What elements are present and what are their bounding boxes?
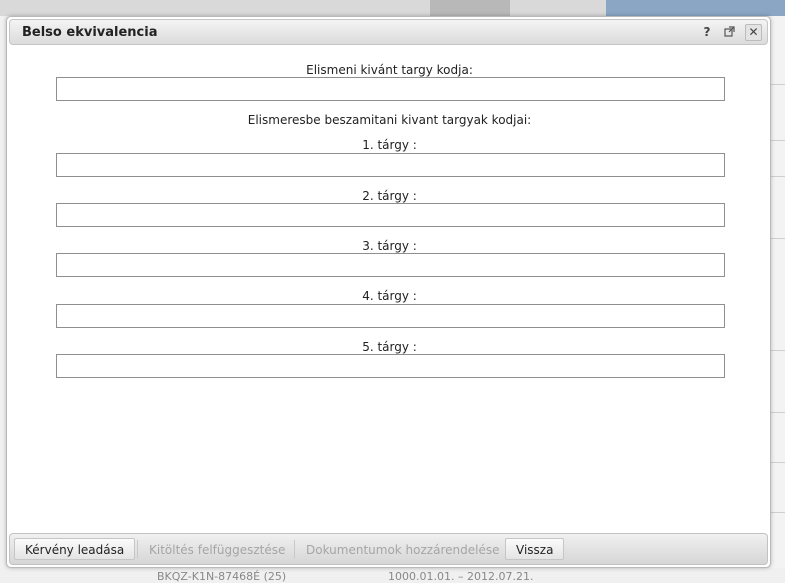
subject-2-input[interactable] bbox=[56, 203, 725, 227]
popout-icon[interactable] bbox=[721, 24, 737, 40]
target-subject-input[interactable] bbox=[56, 77, 725, 101]
equivalence-dialog: Belso ekvivalencia ? ✕ Elismeni kivánt t… bbox=[6, 16, 771, 568]
background-row-divider bbox=[771, 140, 785, 141]
background-row-divider bbox=[771, 350, 785, 351]
subject-4-input[interactable] bbox=[56, 304, 725, 328]
dialog-footer-toolbar: Kérvény leadása Kitöltés felfüggesztése … bbox=[9, 533, 768, 565]
background-row-divider bbox=[771, 84, 785, 85]
background-row-divider bbox=[771, 462, 785, 463]
subjects-heading: Elismeresbe beszamitani kivant targyak k… bbox=[247, 113, 532, 127]
attach-documents-button[interactable]: Dokumentumok hozzárendelése bbox=[295, 538, 510, 560]
subject-2-label: 2. tárgy : bbox=[362, 189, 417, 203]
background-row-code: BKQZ-K1N-87468É (25) bbox=[157, 570, 287, 583]
subject-5-input[interactable] bbox=[56, 354, 725, 378]
background-image bbox=[430, 0, 510, 16]
background-row-divider bbox=[771, 412, 785, 413]
dialog-title: Belso ekvivalencia bbox=[22, 25, 158, 40]
background-map-image bbox=[606, 0, 785, 16]
subject-3-input[interactable] bbox=[56, 253, 725, 277]
background-row-dates: 1000.01.01. – 2012.07.21. bbox=[388, 570, 534, 583]
background-row-divider bbox=[771, 176, 785, 177]
subject-5-label: 5. tárgy : bbox=[362, 340, 417, 354]
submit-request-button[interactable]: Kérvény leadása bbox=[14, 538, 136, 560]
subject-1-label: 1. tárgy : bbox=[362, 138, 417, 152]
suspend-filling-button[interactable]: Kitöltés felfüggesztése bbox=[138, 538, 296, 560]
subject-1-input[interactable] bbox=[56, 153, 725, 177]
background-right-column bbox=[771, 16, 785, 583]
background-row-divider bbox=[771, 238, 785, 239]
help-icon[interactable]: ? bbox=[699, 24, 715, 40]
dialog-titlebar: Belso ekvivalencia ? ✕ bbox=[9, 19, 768, 45]
close-icon[interactable]: ✕ bbox=[745, 24, 762, 41]
subject-4-label: 4. tárgy : bbox=[362, 289, 417, 303]
subject-3-label: 3. tárgy : bbox=[362, 239, 417, 253]
back-button[interactable]: Vissza bbox=[505, 538, 565, 560]
target-subject-label: Elismeni kivánt targy kodja: bbox=[306, 63, 473, 77]
background-row-divider bbox=[771, 512, 785, 513]
